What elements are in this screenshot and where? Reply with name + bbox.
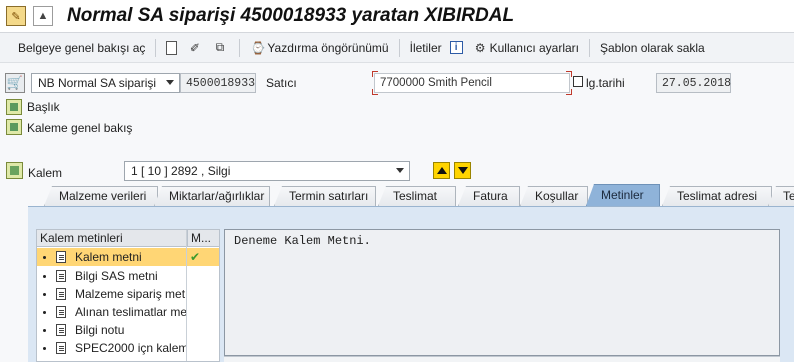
- title-bar: ✎ ▲ Normal SA siparişi 4500018933 yarata…: [0, 0, 794, 33]
- tab-quantities-weights[interactable]: Miktarlar/ağırlıklar: [154, 186, 270, 206]
- user-settings-button[interactable]: ⚙ Kullanıcı ayarları: [469, 37, 583, 59]
- open-overview-label: Belgeye genel bakışı aç: [18, 40, 146, 55]
- text-list-item[interactable]: Bilgi notu: [37, 321, 186, 339]
- print-preview-label: Yazdırma öngörünümü: [267, 40, 389, 55]
- tab-schedule-lines[interactable]: Termin satırları: [274, 186, 376, 206]
- text-document-icon: [56, 270, 66, 282]
- text-document-icon: [56, 251, 66, 263]
- item-select[interactable]: 1 [ 10 ] 2892 , Silgi: [124, 161, 410, 181]
- doc-date-field[interactable]: 27.05.2018: [656, 73, 731, 93]
- vendor-label: Satıcı: [266, 76, 297, 90]
- toolbar-separator: [589, 38, 590, 57]
- item-label: Kalem: [28, 166, 63, 180]
- print-preview-icon: ⌚: [250, 40, 266, 55]
- item-select-value: 1 [ 10 ] 2892 , Silgi: [131, 164, 231, 178]
- edit-glasses-icon: ✐: [189, 40, 200, 55]
- text-list-item[interactable]: Bilgi SAS metni: [37, 267, 186, 285]
- bullet-icon: [43, 256, 46, 259]
- text-list-item[interactable]: Malzeme sipariş met: [37, 285, 186, 303]
- new-document-button[interactable]: [162, 37, 183, 59]
- menu-dropdown-icon[interactable]: ▲: [33, 6, 53, 26]
- item-detail-icon[interactable]: [6, 162, 23, 179]
- editor-content[interactable]: Deneme Kalem Metni.: [234, 234, 371, 248]
- item-overview-expand-icon[interactable]: [6, 119, 22, 135]
- text-list-item-label: SPEC2000 içn kalem: [75, 341, 186, 355]
- text-document-icon: [56, 306, 66, 318]
- bullet-icon: [43, 347, 46, 350]
- text-list-item[interactable]: SPEC2000 içn kalem: [37, 339, 186, 357]
- text-list-item-label: Malzeme sipariş met: [75, 287, 186, 301]
- print-preview-button[interactable]: ⌚ Yazdırma öngörünümü: [246, 37, 392, 59]
- info-button[interactable]: i: [446, 37, 469, 59]
- edit-button[interactable]: ✐: [183, 37, 208, 59]
- other-document-button[interactable]: ⧉: [208, 37, 233, 59]
- bullet-icon: [43, 329, 46, 332]
- item-texts-list: Kalem metinleri M... ✔ Kalem metni Bilgi…: [36, 229, 220, 362]
- order-type-value: NB Normal SA siparişi: [38, 76, 157, 90]
- header-expand-icon[interactable]: [6, 99, 22, 115]
- document-icon: [166, 40, 178, 55]
- save-template-button[interactable]: Şablon olarak sakla: [596, 37, 709, 59]
- vendor-required-mark: [566, 89, 572, 95]
- text-list-item[interactable]: Kalem metni: [37, 248, 186, 266]
- column-header-item-texts[interactable]: Kalem metinleri: [37, 230, 187, 247]
- shopping-cart-icon[interactable]: 🛒: [5, 73, 25, 93]
- toolbar-separator: [155, 38, 157, 57]
- next-item-button[interactable]: [454, 162, 471, 179]
- messages-label: İletiler: [409, 40, 442, 55]
- editor-bottom-bar: [224, 356, 780, 362]
- nav-header-label[interactable]: Başlık: [27, 100, 60, 114]
- doc-date-label: lg.tarihi: [586, 76, 625, 90]
- text-document-icon: [56, 288, 66, 300]
- document-flow-icon[interactable]: ✎: [6, 6, 26, 26]
- user-settings-label: Kullanıcı ayarları: [489, 40, 579, 55]
- tab-strip: Malzeme verileri Miktarlar/ağırlıklar Te…: [28, 184, 794, 206]
- tab-material-data[interactable]: Malzeme verileri: [44, 186, 158, 206]
- open-overview-button[interactable]: Belgeye genel bakışı aç: [14, 37, 149, 59]
- item-text-editor[interactable]: Deneme Kalem Metni.: [224, 229, 780, 356]
- text-list-item[interactable]: Alınan teslimatlar me: [37, 303, 186, 321]
- tab-conditions[interactable]: Koşullar: [520, 186, 588, 206]
- text-document-icon: [56, 342, 66, 354]
- text-list-item-label: Kalem metni: [75, 250, 142, 264]
- vendor-address-icon[interactable]: [573, 76, 583, 87]
- column-header-m[interactable]: M...: [187, 230, 219, 247]
- messages-button[interactable]: İletiler: [406, 37, 446, 59]
- check-icon: ✔: [190, 250, 201, 264]
- text-document-icon: [56, 324, 66, 336]
- vendor-required-mark: [372, 71, 378, 77]
- tab-delivery-address[interactable]: Teslimat adresi: [662, 186, 772, 206]
- text-list-item-label: Bilgi notu: [75, 323, 125, 337]
- po-number-field[interactable]: 4500018933: [180, 73, 256, 93]
- toolbar-separator: [398, 38, 400, 57]
- tab-invoice[interactable]: Fatura: [458, 186, 520, 206]
- save-template-label: Şablon olarak sakla: [600, 40, 705, 55]
- chevron-down-icon: [166, 80, 174, 85]
- bullet-icon: [43, 293, 46, 296]
- order-type-select[interactable]: NB Normal SA siparişi: [31, 73, 180, 93]
- text-list-item-label: Alınan teslimatlar me: [75, 305, 186, 319]
- application-toolbar: Belgeye genel bakışı aç ✐ ⧉ ⌚ Yazdırma ö…: [0, 33, 794, 63]
- vendor-required-mark: [372, 89, 378, 95]
- vendor-field[interactable]: 7700000 Smith Pencil: [374, 73, 570, 93]
- tab-texts[interactable]: Metinler: [586, 184, 660, 206]
- arrow-down-icon: [457, 167, 468, 174]
- arrow-up-icon: [436, 167, 447, 174]
- toolbar-separator: [239, 38, 241, 57]
- selected-check-cell: ✔: [187, 248, 219, 266]
- tab-delivery[interactable]: Teslimat: [378, 186, 456, 206]
- info-icon: i: [449, 41, 463, 54]
- nav-item-overview-label[interactable]: Kaleme genel bakış: [27, 121, 132, 135]
- chevron-down-icon: [396, 168, 404, 173]
- previous-item-button[interactable]: [433, 162, 450, 179]
- other-document-icon: ⧉: [215, 40, 225, 54]
- bullet-icon: [43, 275, 46, 278]
- user-settings-icon: ⚙: [474, 40, 486, 55]
- page-title: Normal SA siparişi 4500018933 yaratan XI…: [67, 5, 515, 26]
- bullet-icon: [43, 311, 46, 314]
- text-list-item-label: Bilgi SAS metni: [75, 269, 158, 283]
- vendor-required-mark: [566, 71, 572, 77]
